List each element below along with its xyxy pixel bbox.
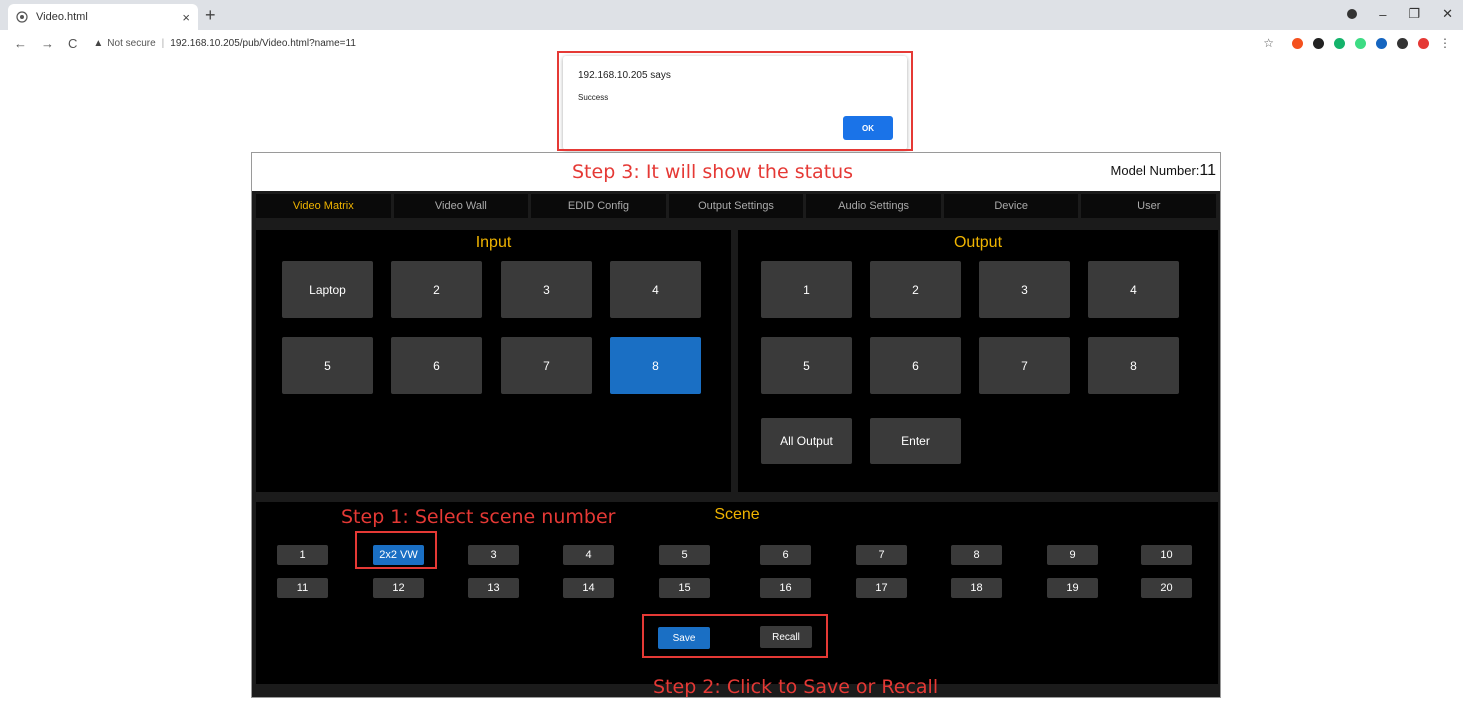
model-number-value: 11 (1199, 162, 1216, 179)
scene-button[interactable]: 4 (563, 545, 614, 565)
scene-button[interactable]: 11 (277, 578, 328, 598)
extension-icon[interactable] (1334, 37, 1345, 49)
url-text: 192.168.10.205/pub/Video.html?name=11 (170, 37, 356, 49)
tab-video-wall[interactable]: Video Wall (393, 194, 529, 218)
input-button[interactable]: 5 (282, 337, 373, 394)
tab-close-icon[interactable]: × (182, 10, 190, 25)
extension-icon[interactable] (1292, 37, 1303, 49)
scene-button[interactable]: 13 (468, 578, 519, 598)
output-button[interactable]: 5 (761, 337, 852, 394)
tab-title: Video.html (36, 11, 88, 23)
profile-icon[interactable] (1347, 9, 1358, 19)
input-button[interactable]: 7 (501, 337, 592, 394)
bookmark-star-icon[interactable]: ☆ (1263, 36, 1274, 50)
minimize-icon[interactable]: – (1379, 7, 1386, 22)
puzzle-icon[interactable] (1397, 37, 1408, 49)
input-button[interactable]: 4 (610, 261, 701, 318)
forward-icon[interactable]: → (41, 36, 54, 51)
new-tab-icon[interactable]: + (205, 5, 216, 26)
input-button[interactable]: 2 (391, 261, 482, 318)
input-button-selected[interactable]: 8 (610, 337, 701, 394)
step1-caption: Step 1: Select scene number (341, 506, 616, 528)
annotation-box-scene (355, 531, 437, 569)
scene-button[interactable]: 12 (373, 578, 424, 598)
input-button[interactable]: 3 (501, 261, 592, 318)
output-title: Output (953, 234, 1003, 251)
scene-button[interactable]: 6 (760, 545, 811, 565)
restore-icon[interactable]: ❐ (1408, 6, 1420, 22)
step2-caption: Step 2: Click to Save or Recall (653, 676, 939, 698)
output-button[interactable]: 8 (1088, 337, 1179, 394)
scene-button[interactable]: 19 (1047, 578, 1098, 598)
globe-icon (16, 11, 28, 23)
input-panel: Input Laptop 2 3 4 5 6 7 8 (256, 230, 731, 492)
scene-button[interactable]: 1 (277, 545, 328, 565)
scene-button[interactable]: 18 (951, 578, 1002, 598)
output-button[interactable]: 4 (1088, 261, 1179, 318)
omnibox[interactable]: ▲ Not secure | 192.168.10.205/pub/Video.… (93, 38, 356, 49)
scene-button[interactable]: 9 (1047, 545, 1098, 565)
security-label: Not secure (107, 37, 156, 49)
scene-button[interactable]: 15 (659, 578, 710, 598)
close-window-icon[interactable]: ✕ (1442, 6, 1453, 22)
scene-button[interactable]: 20 (1141, 578, 1192, 598)
tab-edid-config[interactable]: EDID Config (531, 194, 666, 218)
extension-icon[interactable] (1313, 37, 1324, 49)
back-icon[interactable]: ← (14, 36, 27, 51)
tab-device[interactable]: Device (943, 194, 1079, 218)
tab-video-matrix[interactable]: Video Matrix (256, 194, 391, 218)
extension-icon[interactable] (1355, 37, 1366, 49)
input-title: Input (475, 234, 512, 251)
extension-icon[interactable] (1418, 37, 1429, 49)
scene-button[interactable]: 16 (760, 578, 811, 598)
output-button[interactable]: 2 (870, 261, 961, 318)
reload-icon[interactable]: C (68, 36, 77, 51)
scene-button[interactable]: 3 (468, 545, 519, 565)
scene-button[interactable]: 7 (856, 545, 907, 565)
input-button[interactable]: 6 (391, 337, 482, 394)
browser-tab-strip: Video.html × + – ❐ ✕ (0, 0, 1463, 30)
output-button[interactable]: 3 (979, 261, 1070, 318)
annotation-box-save-recall (642, 614, 828, 658)
menu-kebab-icon[interactable]: ⋮ (1439, 36, 1451, 50)
scene-button[interactable]: 14 (563, 578, 614, 598)
output-button[interactable]: 6 (870, 337, 961, 394)
omnibox-divider: | (161, 37, 165, 49)
scene-button[interactable]: 10 (1141, 545, 1192, 565)
extension-icon[interactable] (1376, 37, 1387, 49)
all-output-button[interactable]: All Output (761, 418, 852, 464)
tab-output-settings[interactable]: Output Settings (668, 194, 804, 218)
scene-button[interactable]: 8 (951, 545, 1002, 565)
scene-button[interactable]: 17 (856, 578, 907, 598)
input-button[interactable]: Laptop (282, 261, 373, 318)
model-number: Model Number:11 (1111, 162, 1216, 180)
extensions-bar: ☆ ⋮ (1263, 36, 1451, 50)
step3-caption: Step 3: It will show the status (572, 161, 854, 183)
browser-tab[interactable]: Video.html × (8, 4, 198, 30)
main-menu: Video Matrix Video Wall EDID Config Outp… (256, 194, 1217, 218)
window-controls: – ❐ ✕ (1347, 6, 1453, 22)
tab-audio-settings[interactable]: Audio Settings (806, 194, 941, 218)
warning-icon: ▲ (93, 37, 104, 49)
enter-button[interactable]: Enter (870, 418, 961, 464)
scene-button[interactable]: 5 (659, 545, 710, 565)
annotation-box-dialog (557, 51, 913, 151)
output-panel: Output 1 2 3 4 5 6 7 8 All Output Enter (738, 230, 1218, 492)
output-button[interactable]: 1 (761, 261, 852, 318)
screen: Video.html × + – ❐ ✕ ← → C ▲ Not secure … (0, 0, 1463, 708)
output-button[interactable]: 7 (979, 337, 1070, 394)
model-label: Model Number: (1110, 163, 1200, 178)
tab-user[interactable]: User (1081, 194, 1217, 218)
